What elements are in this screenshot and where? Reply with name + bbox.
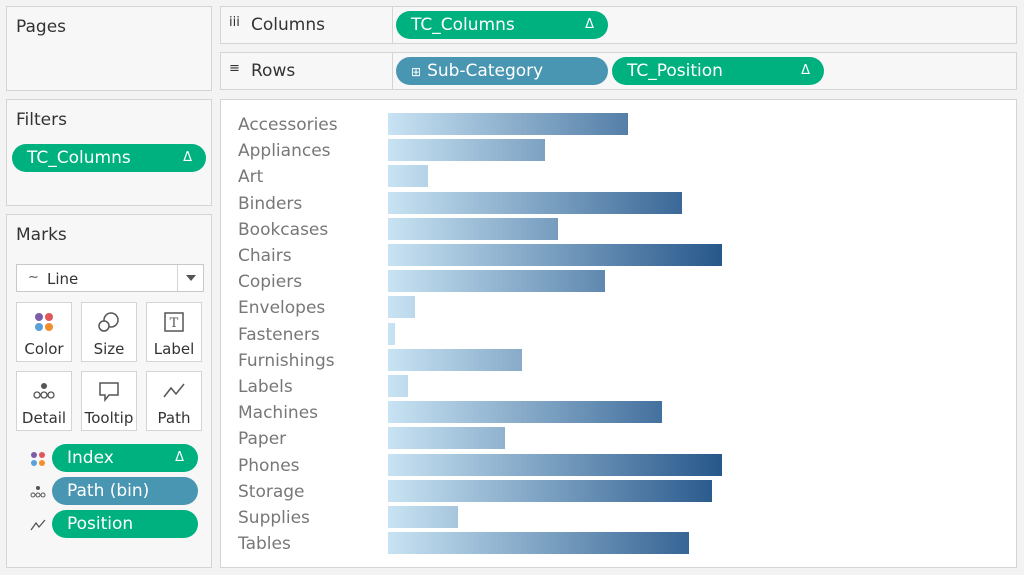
mark-type-label: Line — [47, 270, 79, 288]
color-button[interactable]: Color — [16, 302, 72, 362]
bar-mark[interactable] — [388, 165, 428, 188]
line-mark-icon: ∼ — [28, 270, 39, 285]
category-label: Tables — [238, 534, 291, 555]
encoding-pill-position[interactable]: Position — [52, 510, 198, 538]
pages-panel: Pages — [6, 6, 212, 91]
rows-pill-label: Sub-Category — [427, 61, 544, 81]
color-dots-icon — [30, 451, 46, 466]
rows-shelf-label: ≡ Rows — [221, 53, 393, 89]
rows-pill-label: TC_Position — [627, 61, 723, 81]
delta-icon: Δ — [585, 17, 594, 32]
columns-icon: iii — [229, 15, 240, 30]
category-label: Paper — [238, 429, 287, 450]
category-label: Appliances — [238, 141, 331, 162]
category-label: Machines — [238, 403, 319, 424]
bar-mark[interactable] — [388, 479, 712, 502]
category-label: Fasteners — [238, 324, 320, 345]
category-label: Bookcases — [238, 219, 329, 240]
tooltip-button[interactable]: Tooltip — [81, 371, 137, 431]
category-label: Labels — [238, 377, 293, 397]
label-button[interactable]: T Label — [146, 302, 202, 362]
detail-icon — [17, 380, 71, 402]
encoding-pill-label: Position — [67, 514, 134, 534]
detail-button-label: Detail — [21, 409, 67, 427]
columns-shelf-label: iii Columns — [221, 7, 393, 43]
rows-icon: ≡ — [229, 61, 240, 76]
path-icon — [30, 517, 46, 531]
bar-mark[interactable] — [388, 532, 689, 555]
filters-title: Filters — [16, 110, 67, 130]
category-label: Binders — [238, 193, 303, 214]
bar-mark[interactable] — [388, 427, 505, 450]
rows-pill-tc-position[interactable]: TC_Position Δ — [612, 57, 824, 85]
marks-title: Marks — [16, 225, 67, 245]
tooltip-icon — [82, 380, 136, 402]
bar-mark[interactable] — [388, 113, 628, 135]
encoding-row-position: Position — [16, 510, 206, 538]
encoding-pill-index[interactable]: Index Δ — [52, 444, 198, 472]
bar-mark[interactable] — [388, 401, 662, 424]
bar-mark[interactable] — [388, 270, 605, 293]
category-label: Chairs — [238, 246, 292, 266]
chevron-down-icon — [186, 275, 196, 281]
delta-icon: Δ — [801, 63, 810, 78]
category-label: Supplies — [238, 508, 310, 528]
category-label: Accessories — [238, 115, 338, 135]
filter-pill-tc-columns[interactable]: TC_Columns Δ — [12, 144, 206, 172]
path-button[interactable]: Path — [146, 371, 202, 431]
bar-mark[interactable] — [388, 244, 722, 266]
rows-label: Rows — [251, 61, 296, 81]
bar-mark[interactable] — [388, 348, 522, 371]
encoding-row-index: Index Δ — [16, 444, 206, 472]
color-button-label: Color — [24, 340, 64, 358]
encoding-pill-label: Index — [67, 448, 114, 468]
category-label: Phones — [238, 455, 300, 476]
path-icon — [147, 380, 201, 402]
detail-icon — [30, 484, 46, 498]
category-label: Copiers — [238, 272, 303, 293]
delta-icon: Δ — [175, 450, 184, 465]
bar-mark[interactable] — [388, 375, 408, 397]
bar-mark[interactable] — [388, 139, 545, 162]
bar-mark[interactable] — [388, 453, 722, 476]
rows-shelf[interactable]: ≡ Rows ⊞ Sub-Category TC_Position Δ — [220, 52, 1017, 90]
columns-shelf[interactable]: iii Columns TC_Columns Δ — [220, 6, 1017, 44]
encoding-pill-path-bin[interactable]: Path (bin) — [52, 477, 198, 505]
columns-pill-tc-columns[interactable]: TC_Columns Δ — [396, 11, 608, 39]
size-icon — [82, 311, 136, 333]
color-dots-icon — [17, 311, 71, 333]
bar-mark[interactable] — [388, 217, 558, 240]
columns-label: Columns — [251, 15, 325, 35]
encoding-pill-label: Path (bin) — [67, 481, 150, 501]
tooltip-button-label: Tooltip — [84, 409, 134, 427]
filters-panel: Filters TC_Columns Δ — [6, 99, 212, 206]
bar-mark[interactable] — [388, 296, 415, 319]
bar-mark[interactable] — [388, 506, 458, 528]
bar-mark[interactable] — [388, 322, 395, 345]
label-icon: T — [147, 311, 201, 333]
bar-mark[interactable] — [388, 191, 682, 214]
category-label: Art — [238, 167, 264, 188]
rows-pill-sub-category[interactable]: ⊞ Sub-Category — [396, 57, 608, 85]
size-button[interactable]: Size — [81, 302, 137, 362]
delta-icon: Δ — [183, 150, 192, 165]
marks-panel: Marks ∼ Line Color Size T Label Detail T… — [6, 214, 212, 568]
detail-button[interactable]: Detail — [16, 371, 72, 431]
path-button-label: Path — [157, 409, 191, 427]
category-label: Furnishings — [238, 350, 335, 371]
expand-icon: ⊞ — [411, 65, 422, 79]
label-button-label: Label — [153, 340, 195, 358]
size-button-label: Size — [93, 340, 125, 358]
dropdown-toggle[interactable] — [177, 265, 203, 291]
mark-type-dropdown[interactable]: ∼ Line — [16, 264, 204, 292]
category-label: Storage — [238, 481, 305, 502]
filter-pill-label: TC_Columns — [27, 148, 131, 168]
columns-pill-label: TC_Columns — [411, 15, 515, 35]
category-label: Envelopes — [238, 298, 326, 319]
encoding-row-path-bin: Path (bin) — [16, 477, 206, 505]
pages-title: Pages — [16, 17, 67, 37]
svg-text:T: T — [170, 316, 179, 331]
viz-area[interactable]: Accessories Appliances Art Binders Bookcases… — [220, 99, 1017, 568]
